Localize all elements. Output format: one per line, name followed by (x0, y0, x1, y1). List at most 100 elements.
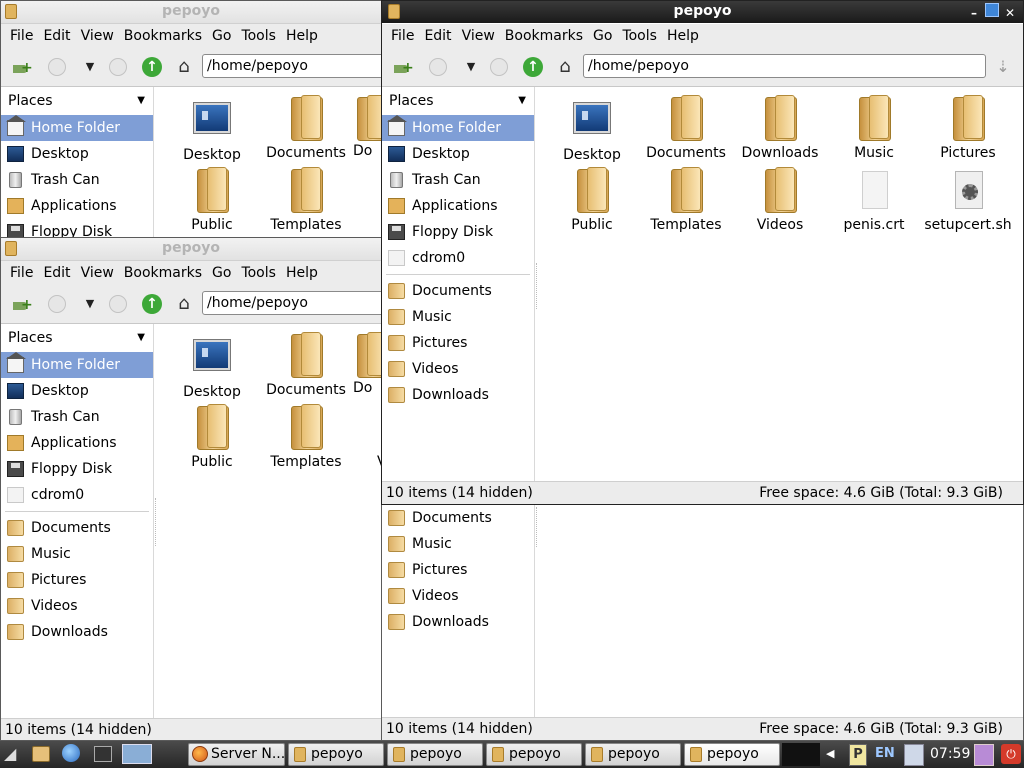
sidebar-item-pictures[interactable]: Pictures (1, 567, 153, 593)
file-manager-launcher-icon[interactable] (32, 746, 50, 762)
sidebar-item-downloads[interactable]: Downloads (382, 609, 534, 635)
up-button[interactable]: ↑ (141, 293, 163, 315)
taskbar-item-pepoyo-5[interactable]: pepoyo (684, 743, 780, 766)
file-item-downloads-partial[interactable]: Do (353, 95, 381, 159)
sidebar-item-desktop[interactable]: Desktop (1, 141, 153, 167)
file-item-templates[interactable]: Templates (259, 404, 353, 470)
menu-go[interactable]: Go (207, 261, 236, 285)
sidebar-item-music[interactable]: Music (1, 541, 153, 567)
home-button[interactable]: ⌂ (173, 56, 195, 78)
back-button[interactable] (427, 56, 449, 78)
sidebar-item-cdrom[interactable]: cdrom0 (1, 482, 153, 508)
sidebar-item-floppy[interactable]: Floppy Disk (1, 456, 153, 482)
file-item-documents[interactable]: Documents (259, 332, 353, 398)
menu-tools[interactable]: Tools (617, 24, 662, 48)
file-item-downloads[interactable]: Downloads (733, 95, 827, 161)
up-button[interactable]: ↑ (522, 56, 544, 78)
sidebar-item-videos[interactable]: Videos (382, 583, 534, 609)
menu-go[interactable]: Go (207, 24, 236, 48)
start-menu-icon[interactable]: ◢ (4, 744, 24, 764)
window-titlebar[interactable]: pepoyo (1, 238, 381, 261)
file-item-templates[interactable]: Templates (259, 167, 353, 233)
file-item-pictures[interactable]: Pictures (921, 95, 1015, 161)
sidebar-item-documents[interactable]: Documents (1, 515, 153, 541)
file-item-setupcert-sh[interactable]: setupcert.sh (921, 167, 1015, 233)
window-titlebar[interactable]: pepoyo – ✕ (382, 1, 1023, 23)
menu-help[interactable]: Help (281, 24, 323, 48)
window-titlebar[interactable]: pepoyo (1, 1, 381, 24)
file-item-public[interactable]: Public (165, 167, 259, 233)
sidebar-item-music[interactable]: Music (382, 531, 534, 557)
sidebar-item-trash[interactable]: Trash Can (1, 404, 153, 430)
desktop-switcher-icon[interactable] (122, 744, 152, 764)
location-input[interactable]: /home/pepoyo (583, 54, 986, 78)
location-input[interactable]: /home/pepoyo (202, 291, 381, 315)
menu-bookmarks[interactable]: Bookmarks (500, 24, 588, 48)
sidebar-item-applications[interactable]: Applications (1, 193, 153, 219)
menu-file[interactable]: File (5, 261, 38, 285)
file-item-public[interactable]: Public (545, 167, 639, 233)
file-item-music[interactable]: Music (827, 95, 921, 161)
close-button[interactable]: ✕ (1003, 6, 1017, 20)
places-header[interactable]: Places ▼ (1, 324, 153, 352)
tray-p-icon[interactable]: P (849, 744, 867, 766)
back-button[interactable] (46, 293, 68, 315)
sidebar-item-downloads[interactable]: Downloads (1, 619, 153, 645)
sidebar-item-cdrom[interactable]: cdrom0 (382, 245, 534, 271)
file-item-videos[interactable]: Videos (733, 167, 827, 233)
taskbar-item-pepoyo-4[interactable]: pepoyo (585, 743, 681, 766)
sidebar-item-videos[interactable]: Videos (1, 593, 153, 619)
sidebar-item-pictures[interactable]: Pictures (382, 557, 534, 583)
sidebar-item-floppy[interactable]: Floppy Disk (1, 219, 153, 237)
forward-button[interactable] (107, 293, 129, 315)
menu-edit[interactable]: Edit (38, 261, 75, 285)
file-item-downloads-partial[interactable]: Do (353, 332, 381, 396)
minimize-button[interactable]: – (967, 6, 981, 20)
sidebar-item-applications[interactable]: Applications (1, 430, 153, 456)
sidebar-item-desktop[interactable]: Desktop (1, 378, 153, 404)
file-item-templates[interactable]: Templates (639, 167, 733, 233)
forward-button[interactable] (488, 56, 510, 78)
places-header[interactable]: Places ▼ (1, 87, 153, 115)
location-input[interactable]: /home/pepoyo (202, 54, 381, 78)
menu-view[interactable]: View (76, 261, 119, 285)
menu-edit[interactable]: Edit (419, 24, 456, 48)
menu-edit[interactable]: Edit (38, 24, 75, 48)
sidebar-item-applications[interactable]: Applications (382, 193, 534, 219)
menu-tools[interactable]: Tools (236, 261, 281, 285)
file-item-documents[interactable]: Documents (259, 95, 353, 161)
menu-view[interactable]: View (76, 24, 119, 48)
terminal-launcher-icon[interactable] (94, 746, 112, 762)
taskbar-item-pepoyo-1[interactable]: pepoyo (288, 743, 384, 766)
clock[interactable]: 07:59 (930, 744, 970, 764)
pane-resize-handle[interactable] (536, 263, 539, 309)
menu-file[interactable]: File (5, 24, 38, 48)
file-item-public[interactable]: Public (165, 404, 259, 470)
sidebar-item-home[interactable]: Home Folder (1, 352, 153, 378)
file-item-desktop[interactable]: Desktop (165, 97, 259, 163)
file-item-penis-crt[interactable]: penis.crt (827, 167, 921, 233)
forward-button[interactable] (107, 56, 129, 78)
tray-arrow-icon[interactable]: ◀ (826, 744, 834, 764)
sidebar-item-home[interactable]: Home Folder (382, 115, 534, 141)
sidebar-item-home[interactable]: Home Folder (1, 115, 153, 141)
history-dropdown-button[interactable]: ▼ (460, 56, 482, 78)
history-dropdown-button[interactable]: ▼ (79, 293, 101, 315)
sidebar-item-floppy[interactable]: Floppy Disk (382, 219, 534, 245)
taskbar-item-server[interactable]: Server N... (188, 743, 285, 766)
maximize-button[interactable] (985, 3, 999, 17)
history-dropdown-button[interactable]: ▼ (79, 56, 101, 78)
menu-file[interactable]: File (386, 24, 419, 48)
pane-resize-handle[interactable] (536, 507, 539, 547)
network-icon[interactable] (904, 744, 924, 766)
go-button[interactable]: ⇣ (992, 56, 1014, 78)
sidebar-item-downloads[interactable]: Downloads (382, 382, 534, 408)
sidebar-item-trash[interactable]: Trash Can (382, 167, 534, 193)
keyboard-layout-indicator[interactable]: EN (875, 744, 895, 764)
back-button[interactable] (46, 56, 68, 78)
display-icon[interactable] (974, 744, 994, 766)
menu-tools[interactable]: Tools (236, 24, 281, 48)
menu-bookmarks[interactable]: Bookmarks (119, 24, 207, 48)
taskbar-item-pepoyo-3[interactable]: pepoyo (486, 743, 582, 766)
browser-launcher-icon[interactable] (62, 744, 80, 762)
